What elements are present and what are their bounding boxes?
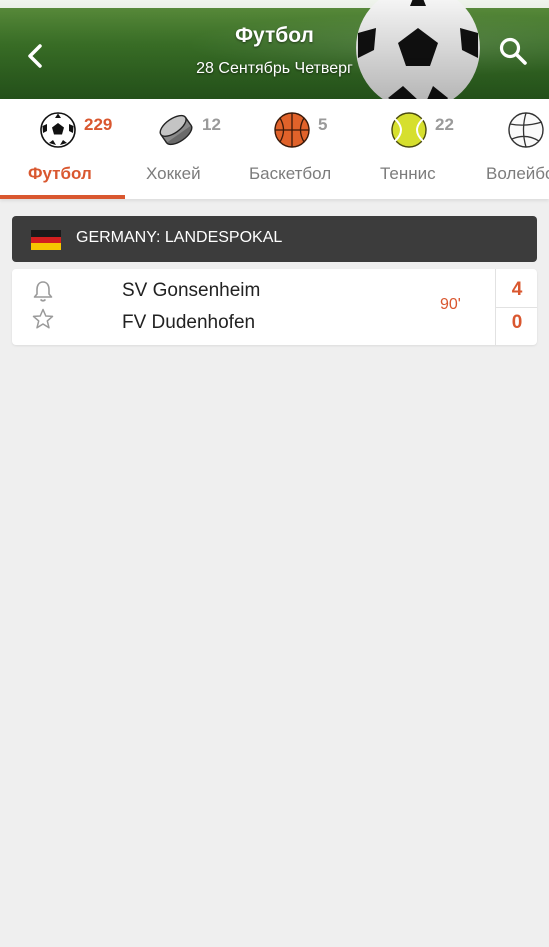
tab-label: Футбол [28,164,92,183]
league-header[interactable]: GERMANY: LANDESPOKAL [12,216,537,262]
tab-count: 22 [435,115,454,134]
tab-count: 5 [318,115,328,134]
tab-volleyball[interactable]: Волейбол [473,99,549,199]
active-tab-indicator [0,195,125,199]
tab-label: Теннис [380,164,436,183]
bell-icon[interactable] [32,279,54,303]
tab-count: 229 [84,115,113,134]
tab-hockey[interactable]: 12 Хоккей [125,99,240,199]
home-score: 4 [511,279,523,300]
away-team-name: FV Dudenhofen [122,312,256,333]
germany-flag-icon [31,230,61,250]
header-banner: Футбол 28 Сентябрь Четверг [0,0,549,99]
match-row[interactable]: SV Gonsenheim FV Dudenhofen 90' 4 0 [12,269,537,345]
volleyball-icon [508,112,544,148]
away-score: 0 [511,312,523,333]
tab-label: Волейбол [486,164,549,183]
home-team-name: SV Gonsenheim [122,280,261,301]
page-title: Футбол [235,24,314,47]
tennis-ball-icon [391,112,427,148]
hockey-puck-icon [159,114,193,146]
tab-label: Хоккей [146,164,201,183]
sport-tabs: 229 Футбол 12 Хоккей 5 Баскетбол 22 Тенн… [0,99,549,199]
basketball-icon [274,112,310,148]
tab-basketball[interactable]: 5 Баскетбол [240,99,358,199]
match-minute: 90' [440,296,461,313]
tab-football[interactable]: 229 Футбол [0,99,125,199]
search-button[interactable] [496,34,532,70]
league-name: GERMANY: LANDESPOKAL [76,229,283,246]
search-icon [499,37,527,65]
soccer-ball-icon [40,112,76,148]
app-screen: Футбол 28 Сентябрь Четверг 229 Футбол 12… [0,0,549,947]
header-shade [0,0,549,99]
star-icon[interactable] [32,308,54,330]
tab-count: 12 [202,115,221,134]
tab-label: Баскетбол [249,164,332,183]
page-date: 28 Сентябрь Четверг [196,60,353,77]
score-divider [495,307,537,308]
tab-tennis[interactable]: 22 Теннис [358,99,473,199]
